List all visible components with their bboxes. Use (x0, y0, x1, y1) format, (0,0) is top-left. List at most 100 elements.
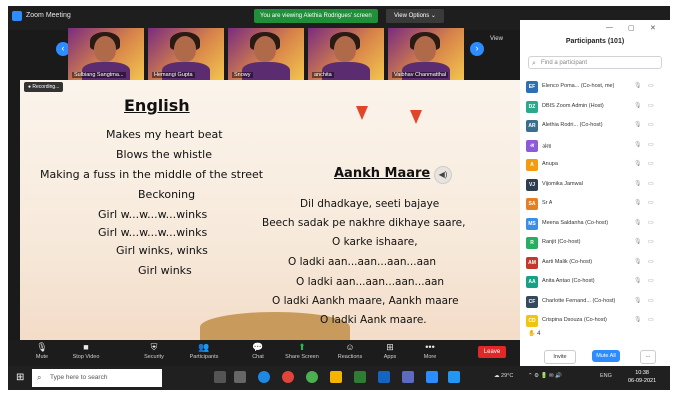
video-thumbnail[interactable]: Snowy (228, 28, 304, 80)
camera-icon: ▭ (648, 219, 654, 226)
lyric-line-english: Blows the whistle (116, 148, 212, 161)
participant-row[interactable]: EF Elenco Poma... (Co-host, me) 🎙 ▭ (524, 78, 664, 96)
mute-button[interactable]: 🎙 Mute (22, 342, 62, 366)
store-icon[interactable] (354, 371, 366, 383)
hindi-heading: Aankh Maare (334, 166, 431, 181)
participant-name-label: Vaibhav Chanmatthal (392, 72, 449, 78)
screen-share-banner: You are viewing Alethia Rodrigues' scree… (254, 9, 378, 23)
taskbar-search-input[interactable]: ⌕ Type here to search (32, 369, 162, 387)
microphone-icon: 🎙 (634, 278, 642, 284)
lyric-line-hindi: Beech sadak pe nakhre dikhaye saare, (262, 217, 466, 229)
lyric-line-english: Making a fuss in the middle of the stree… (40, 168, 264, 181)
maximize-icon[interactable]: ▢ (628, 24, 635, 32)
browser-icon[interactable] (306, 371, 318, 383)
avatar: CD (526, 315, 538, 327)
lyric-line-hindi: O karke ishaare, (332, 236, 418, 248)
decorative-bird (410, 110, 422, 124)
participant-row[interactable]: SA Sr A 🎙 ▭ (524, 195, 664, 213)
view-options-button[interactable]: View Options ⌄ (386, 9, 444, 23)
participants-button[interactable]: 👥 Participants (184, 342, 224, 366)
taskbar-clock[interactable]: 10:38 06-09-2021 (628, 369, 656, 385)
participant-name-label: Sulbiang Sangtma... (72, 72, 126, 78)
lyric-line-english: Girl winks, winks (116, 244, 208, 257)
video-thumbnail[interactable]: Vaibhav Chanmatthal (388, 28, 464, 80)
panel-more-button[interactable]: ... (640, 350, 656, 364)
next-page-icon[interactable]: › (470, 42, 484, 56)
participant-row[interactable]: R Ranjit (Co-host) 🎙 ▭ (524, 234, 664, 252)
participant-name-label: Snowy (232, 72, 253, 78)
participant-name: Sr A (542, 200, 553, 206)
app-icon[interactable] (402, 371, 414, 383)
widgets-icon[interactable] (234, 371, 246, 383)
participant-row[interactable]: AM Aarti Malik (Co-host) 🎙 ▭ (524, 254, 664, 272)
participant-row[interactable]: VJ Vijomika Jamwal 🎙 ▭ (524, 176, 664, 194)
search-icon: ⌕ (532, 60, 536, 67)
avatar: R (526, 237, 538, 249)
weather-label: ☁ 29°C (494, 373, 514, 379)
apps-button[interactable]: ⊞ Apps (370, 342, 410, 366)
mail-icon[interactable] (378, 371, 390, 383)
camera-icon: ▭ (648, 239, 654, 245)
leave-button[interactable]: Leave (478, 346, 506, 358)
participant-row[interactable]: DZ DBIS Zoom Admin (Host) 🎙 ▭ (524, 98, 664, 116)
minimize-icon[interactable]: — (606, 24, 613, 31)
apps-icon: ⊞ (386, 342, 394, 352)
participant-row[interactable]: अ अंशा 🎙 ▭ (524, 137, 664, 155)
participant-row[interactable]: AR Alethia Rodri... (Co-host) 🎙 ▭ (524, 117, 664, 135)
chat-button[interactable]: 💬 Chat (238, 342, 278, 366)
app-icon[interactable] (448, 371, 460, 383)
zoom-app-icon (12, 11, 22, 21)
video-thumbnail[interactable]: Sulbiang Sangtma... (68, 28, 144, 80)
microphone-icon: 🎙 (634, 258, 642, 265)
lyric-line-english: Beckoning (138, 188, 196, 201)
participant-row[interactable]: CD Crispina Dsouza (Co-host) 🎙 ▭ (524, 312, 664, 330)
decorative-bird (356, 106, 368, 120)
security-button[interactable]: ⛨ Security (134, 342, 174, 366)
camera-icon: ▭ (648, 317, 654, 323)
lyric-line-hindi: O ladki Aank maare. (320, 314, 427, 326)
windows-start-icon[interactable]: ⊞ (16, 372, 24, 383)
video-thumbnail[interactable]: anchita (308, 28, 384, 80)
chrome-icon[interactable] (282, 371, 294, 383)
microphone-icon: 🎙 (634, 200, 642, 206)
avatar: AA (526, 276, 538, 288)
invite-button[interactable]: Invite (544, 350, 576, 364)
lyric-line-hindi: Dil dhadkaye, seeti bajaye (300, 198, 440, 210)
camera-icon: ■ (83, 342, 89, 352)
avatar: VJ (526, 178, 538, 191)
microphone-icon: 🎙 (634, 317, 642, 323)
participant-row[interactable]: A Anupa 🎙 ▭ (524, 156, 664, 174)
share-screen-button[interactable]: ⬆ Share Screen (282, 342, 322, 366)
system-tray-icons[interactable]: ⌃ ⚙ 🔋 ✉ 🔊 (528, 373, 562, 379)
edge-icon[interactable] (258, 371, 270, 383)
participant-name: Alethia Rodri... (Co-host) (542, 122, 603, 128)
language-indicator[interactable]: ENG (600, 373, 612, 379)
mute-all-button[interactable]: Mute All (592, 350, 620, 362)
microphone-icon: 🎙 (36, 342, 48, 352)
window-title: Zoom Meeting (26, 12, 71, 19)
stop-video-button[interactable]: ■ Stop Video (66, 342, 106, 366)
participant-row[interactable]: CF Charlotte Fernand... (Co-host) 🎙 ▭ (524, 293, 664, 311)
share-screen-icon: ⬆ (298, 342, 306, 352)
avatar: AM (526, 256, 538, 269)
speaker-icon[interactable]: ◀) (434, 166, 452, 184)
avatar: AR (526, 120, 538, 132)
meeting-toolbar: 🎙 Mute ■ Stop Video ⛨ Security 👥 Participant… (8, 340, 520, 366)
participant-row[interactable]: MS Meena Saldanha (Co-host) 🎙 ▭ (524, 215, 664, 233)
zoom-taskbar-icon[interactable] (426, 371, 438, 383)
raised-hands-count: ✋ 4 (528, 331, 541, 337)
participant-search-input[interactable]: ⌕ Find a participant (528, 56, 662, 69)
file-explorer-icon[interactable] (330, 371, 342, 383)
avatar: DZ (526, 100, 538, 113)
camera-icon: ▭ (648, 122, 654, 128)
microphone-icon: 🎙 (634, 102, 642, 109)
close-icon[interactable]: ✕ (650, 24, 656, 32)
hand-icon: ✋ (528, 331, 536, 337)
reactions-button[interactable]: ☺ Reactions (330, 342, 370, 366)
video-thumbnail[interactable]: Hemangi Gupta (148, 28, 224, 80)
view-button[interactable]: View (490, 36, 503, 42)
microphone-icon: 🎙 (634, 180, 642, 187)
task-view-icon[interactable] (214, 371, 226, 383)
participant-row[interactable]: AA Anita Antao (Co-host) 🎙 ▭ (524, 273, 664, 291)
more-button[interactable]: ••• More (410, 342, 450, 366)
